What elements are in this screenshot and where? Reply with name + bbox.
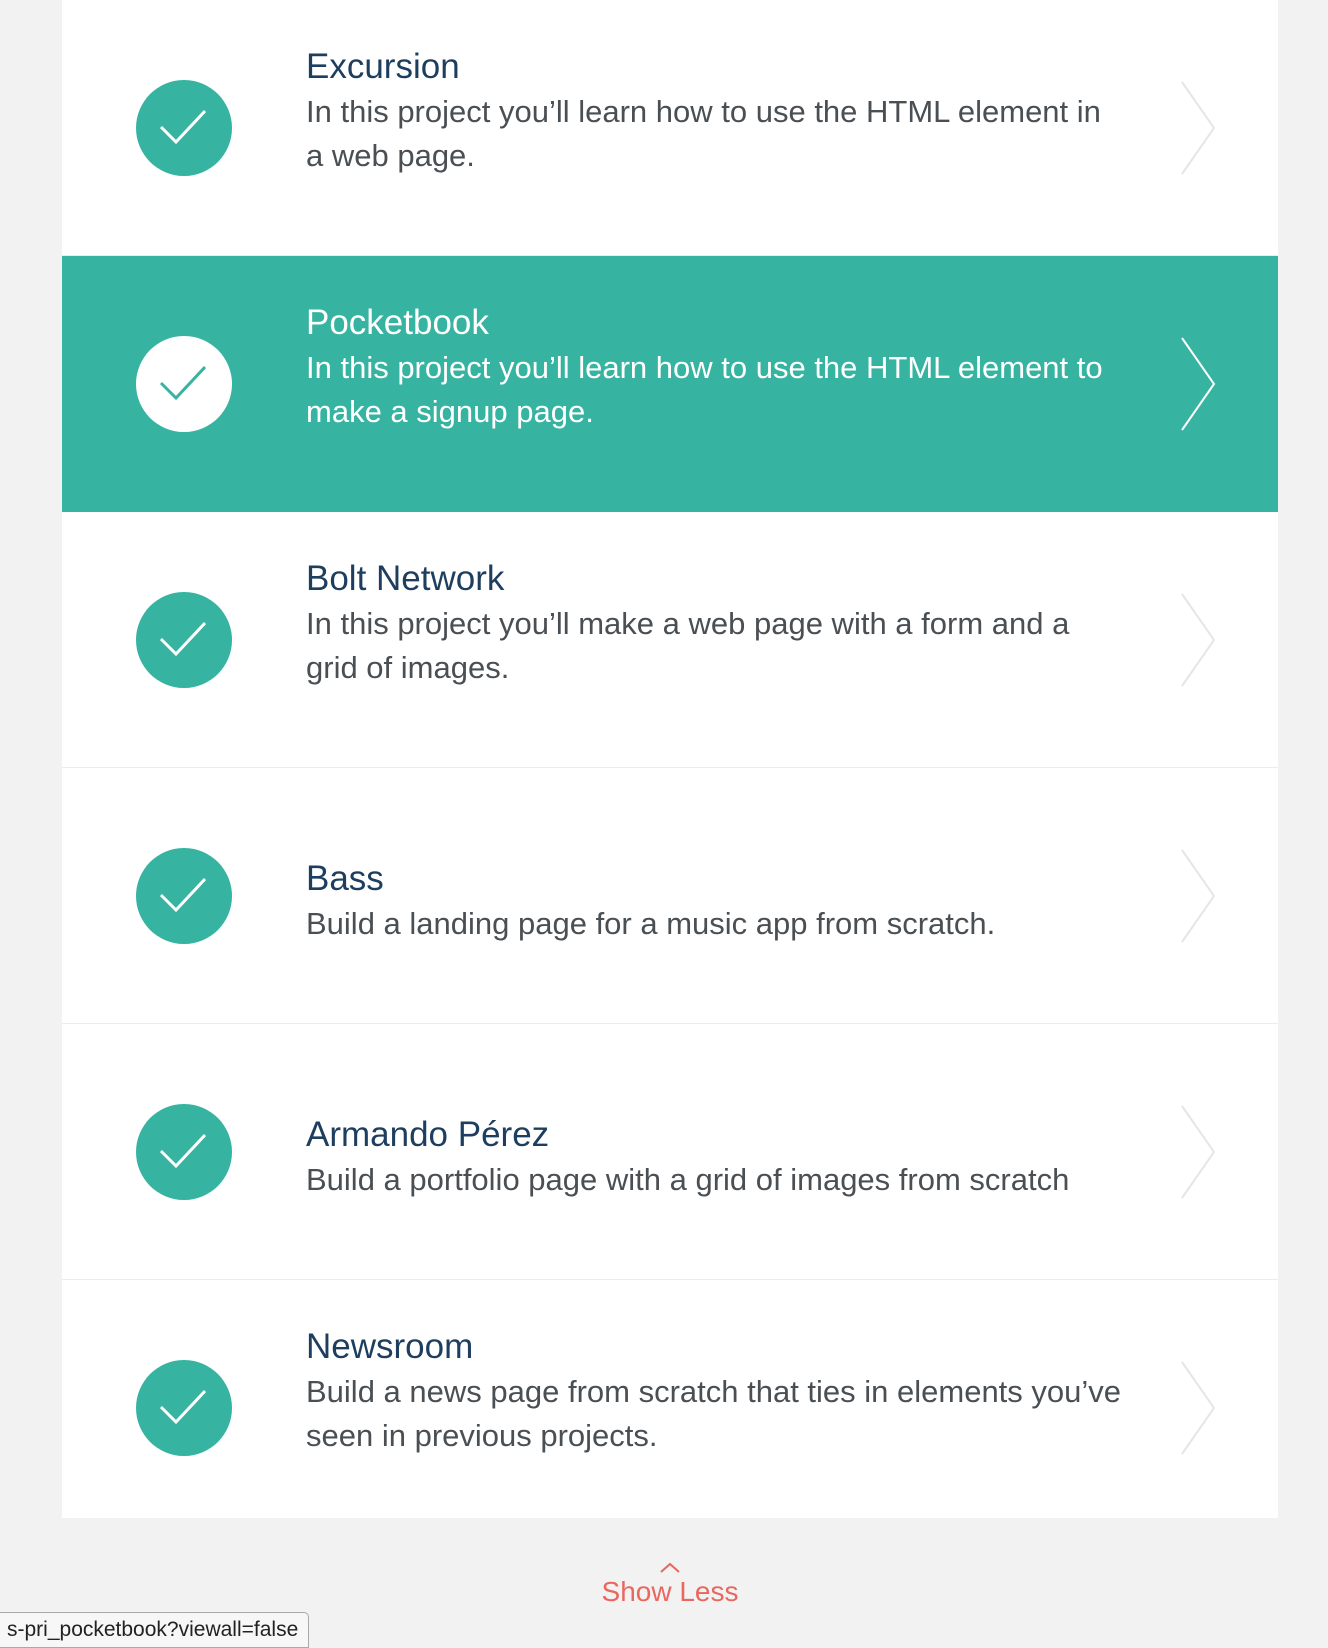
project-title: Bolt Network	[306, 559, 505, 598]
check-icon	[159, 365, 207, 401]
completed-badge	[136, 848, 232, 944]
project-row-newsroom[interactable]: Newsroom Build a news page from scratch …	[62, 1280, 1278, 1536]
chevron-right-icon	[1181, 81, 1216, 175]
project-row-bolt-network[interactable]: Bolt Network In this project you’ll make…	[62, 512, 1278, 768]
project-title: Pocketbook	[306, 303, 489, 342]
chevron-up-icon	[660, 1562, 680, 1573]
chevron-right-icon	[1181, 593, 1216, 687]
project-title: Bass	[306, 859, 384, 898]
check-icon	[159, 1389, 207, 1425]
completed-badge	[136, 592, 232, 688]
completed-badge	[136, 1104, 232, 1200]
check-icon	[159, 877, 207, 913]
project-description: Build a portfolio page with a grid of im…	[306, 1162, 1070, 1197]
project-row-excursion[interactable]: Excursion In this project you’ll learn h…	[62, 0, 1278, 256]
project-row-bass[interactable]: Bass Build a landing page for a music ap…	[62, 768, 1278, 1024]
show-less-button[interactable]: Show Less	[0, 1560, 1328, 1608]
chevron-right-icon	[1181, 849, 1216, 943]
completed-badge	[136, 1360, 232, 1456]
project-title: Newsroom	[306, 1327, 474, 1366]
project-list: Excursion In this project you’ll learn h…	[62, 0, 1278, 1518]
show-less-label: Show Less	[601, 1576, 739, 1607]
status-bar-url: s-pri_pocketbook?viewall=false	[0, 1612, 310, 1648]
check-icon	[159, 109, 207, 145]
project-row-armando-perez[interactable]: Armando Pérez Build a portfolio page wit…	[62, 1024, 1278, 1280]
project-description: In this project you’ll learn how to use …	[306, 350, 1103, 429]
check-icon	[159, 621, 207, 657]
check-icon	[159, 1133, 207, 1169]
chevron-right-icon	[1181, 1105, 1216, 1199]
project-title: Excursion	[306, 47, 460, 86]
project-title: Armando Pérez	[306, 1115, 550, 1154]
chevron-right-icon	[1181, 1361, 1216, 1455]
project-description: In this project you’ll learn how to use …	[306, 94, 1101, 173]
completed-badge	[136, 336, 232, 432]
chevron-right-icon	[1181, 337, 1216, 431]
project-description: Build a landing page for a music app fro…	[306, 906, 996, 941]
project-description: Build a news page from scratch that ties…	[306, 1374, 1122, 1453]
completed-badge	[136, 80, 232, 176]
project-row-pocketbook[interactable]: Pocketbook In this project you’ll learn …	[62, 256, 1278, 512]
project-description: In this project you’ll make a web page w…	[306, 606, 1070, 685]
